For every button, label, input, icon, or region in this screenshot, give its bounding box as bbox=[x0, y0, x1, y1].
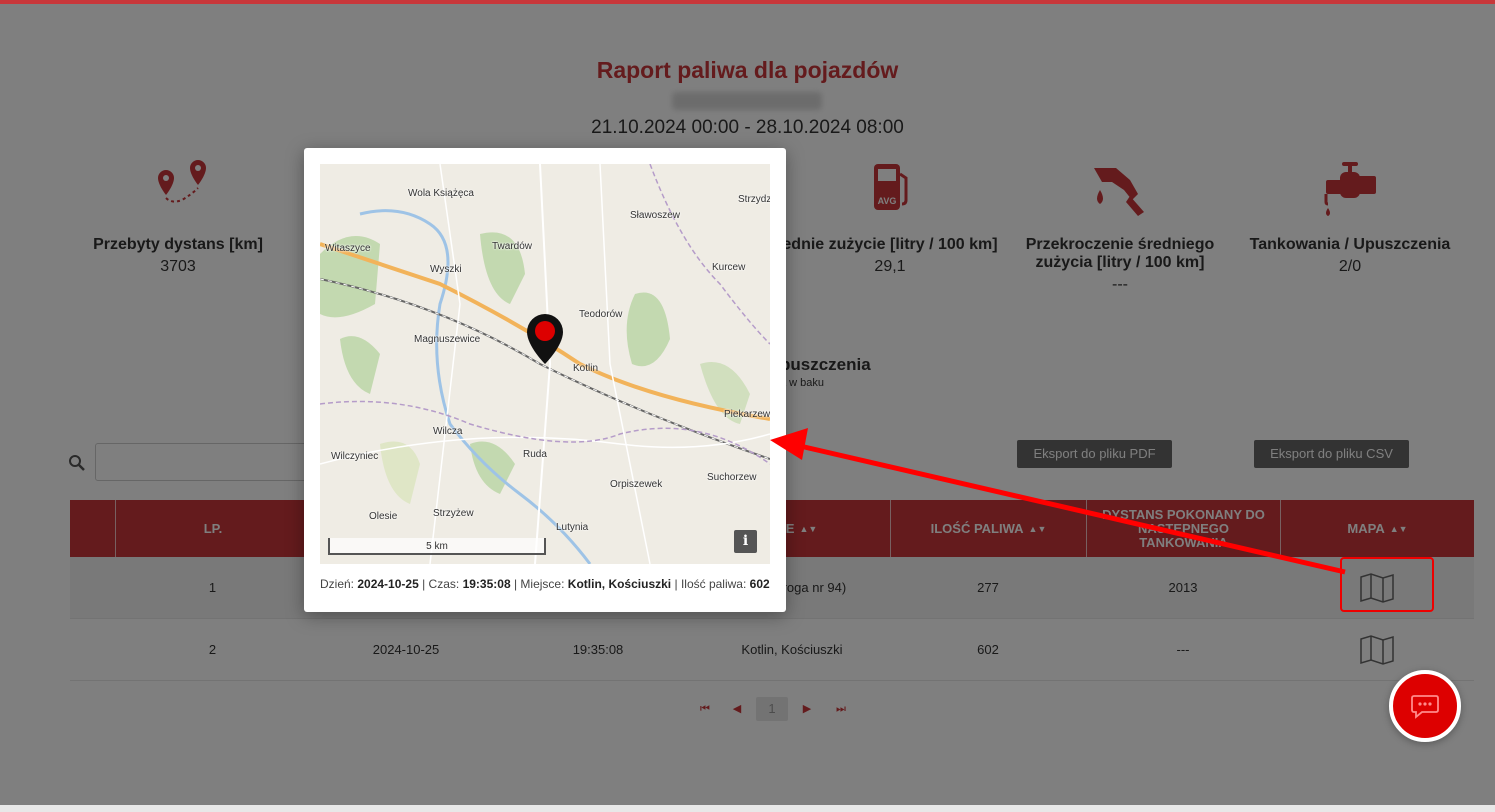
chat-bubble-icon bbox=[1411, 695, 1439, 719]
annotation-arrow bbox=[770, 428, 1346, 575]
chat-button[interactable] bbox=[1389, 670, 1461, 742]
